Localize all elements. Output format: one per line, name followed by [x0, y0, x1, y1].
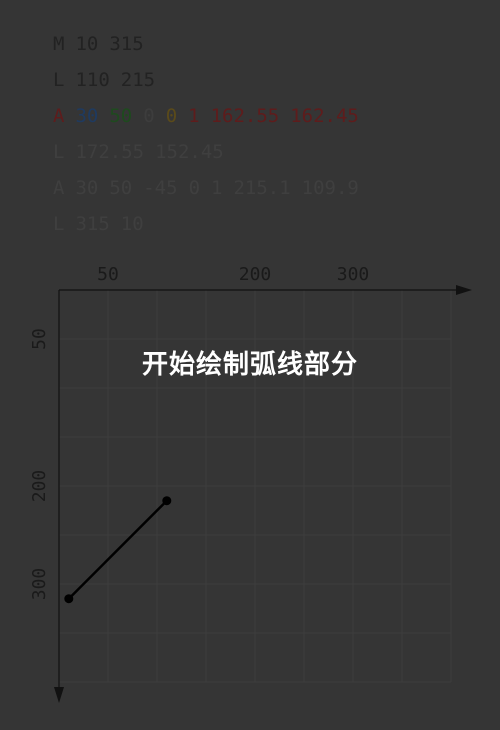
path-command-token: 162.45 — [290, 105, 359, 127]
path-command-token: 215.1 — [233, 177, 291, 199]
path-command-token: 315 — [75, 213, 110, 235]
path-command-token: 109.9 — [301, 177, 359, 199]
path-command-token: L — [53, 141, 65, 163]
path-command-token: 215 — [120, 69, 156, 91]
path-command-token: 0 — [188, 177, 201, 199]
x-axis-arrow-icon — [456, 285, 472, 295]
path-command-line: L 315 10 — [53, 210, 370, 246]
path-command-token: 1 — [188, 105, 200, 127]
path-command-token: 30 — [75, 105, 99, 127]
path-command-line: M 10 315 — [53, 30, 370, 66]
path-command-token: 0 — [165, 105, 178, 127]
path-point — [64, 594, 74, 604]
path-command-token: -45 — [143, 177, 178, 199]
path-command-token: 50 — [109, 177, 133, 199]
y-axis-tick-label: 200 — [29, 470, 50, 503]
x-axis-tick-label: 200 — [239, 264, 272, 285]
path-command-token: 172.55 — [75, 141, 145, 163]
caption: 开始绘制弧线部分 — [141, 350, 358, 380]
path-command-token: 10 — [75, 33, 99, 55]
path-command-token: 1 — [211, 177, 223, 199]
path-command-token: A — [53, 105, 65, 127]
path-point — [162, 496, 172, 506]
path-command-line: A 30 50 -45 0 1 215.1 109.9 — [53, 174, 370, 210]
path-command-token: M — [53, 33, 65, 55]
path-command-token: 0 — [143, 105, 155, 127]
path-command-line: L 110 215 — [53, 66, 370, 102]
path-command-line: L 172.55 152.45 — [53, 138, 370, 174]
path-command-token: 315 — [109, 33, 144, 55]
path-command-token: A — [53, 177, 65, 199]
x-axis-tick-label: 50 — [97, 264, 119, 285]
path-command-token: L — [53, 213, 65, 235]
x-axis-tick-label: 300 — [337, 264, 370, 285]
path-command-token: 10 — [120, 213, 144, 235]
path-command-list: M 10 315 L 110 215 A 30 50 0 0 1 162.55 162.45 L 172.55… — [53, 30, 370, 246]
coordinate-diagram: 50 200 30050200300 — [29, 264, 472, 703]
drawn-path — [64, 496, 172, 604]
path-command-line: A 30 50 0 0 1 162.55 162.45 — [53, 102, 370, 138]
path-command-token: 50 — [109, 105, 133, 127]
path-command-token: 162.55 — [210, 105, 280, 127]
path-command-token: 30 — [75, 177, 99, 199]
path-command-token: 152.45 — [155, 141, 224, 163]
y-axis-arrow-icon — [54, 687, 64, 703]
y-axis-tick-label: 300 — [29, 568, 50, 601]
path-command-token: 110 — [75, 69, 110, 91]
axis-tick-labels: 50 200 30050200300 — [29, 264, 369, 600]
path-command-token: L — [53, 69, 65, 91]
